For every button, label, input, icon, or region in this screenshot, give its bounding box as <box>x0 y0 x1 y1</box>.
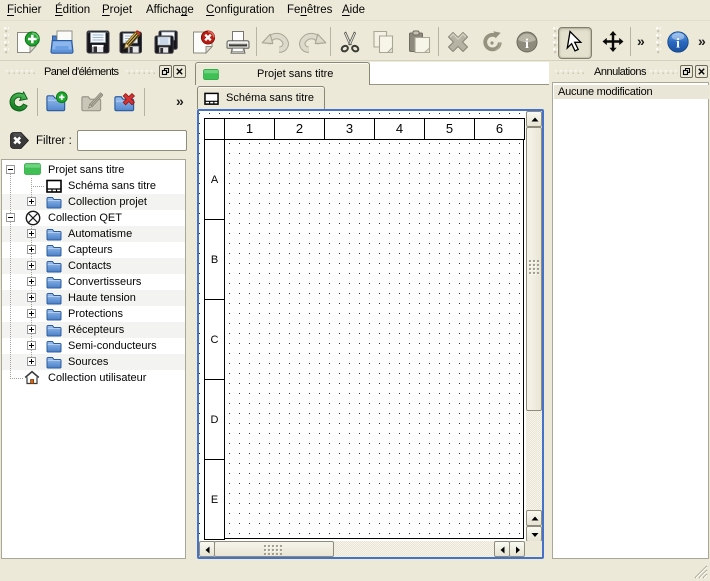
svg-text:i: i <box>676 36 680 51</box>
svg-text:i: i <box>525 37 529 52</box>
